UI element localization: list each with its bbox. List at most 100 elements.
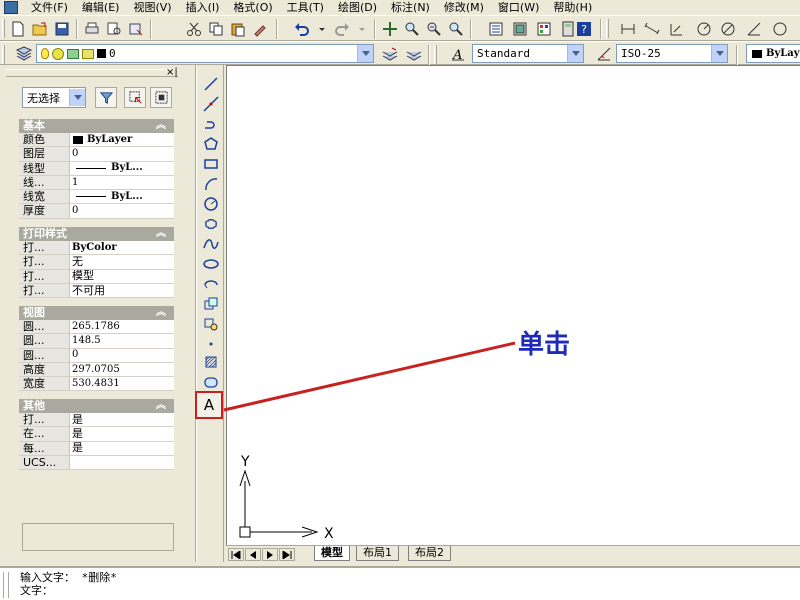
menu-edit[interactable]: 编辑(E)	[75, 1, 127, 15]
zoom-previous-icon[interactable]	[446, 19, 466, 38]
ellipse-arc-icon[interactable]	[201, 275, 221, 293]
menu-file[interactable]: 文件(F)	[24, 1, 75, 15]
property-row[interactable]: 厚度 0	[19, 204, 174, 219]
tool-palettes-icon[interactable]	[534, 19, 554, 38]
help-icon[interactable]: ?	[574, 19, 594, 38]
dim-diameter-icon[interactable]	[718, 19, 738, 38]
property-value[interactable]: 265.1786	[70, 320, 174, 334]
menu-draw[interactable]: 绘图(D)	[331, 1, 384, 15]
property-value[interactable]: 模型	[70, 269, 174, 283]
redo-icon[interactable]	[332, 19, 352, 38]
command-prompt[interactable]: 文字：	[20, 584, 53, 597]
property-value[interactable]: 530.4831	[70, 377, 174, 391]
point-icon[interactable]	[201, 335, 221, 353]
property-value[interactable]: 是	[70, 427, 174, 441]
redo-dropdown-icon[interactable]	[352, 19, 372, 38]
property-row[interactable]: 圆... 0	[19, 348, 174, 363]
new-file-icon[interactable]	[8, 19, 28, 38]
property-row[interactable]: 在... 是	[19, 427, 174, 442]
dim-more-icon[interactable]	[770, 19, 790, 38]
match-properties-icon[interactable]	[250, 19, 270, 38]
section-header[interactable]: 视图 ︽	[19, 306, 174, 320]
spline-icon[interactable]	[201, 235, 221, 253]
section-header[interactable]: 打印样式 ︽	[19, 227, 174, 241]
property-value[interactable]: ByL...	[70, 190, 174, 204]
property-row[interactable]: 宽度 530.4831	[19, 377, 174, 392]
property-value[interactable]: 0	[70, 204, 174, 218]
property-value[interactable]: 是	[70, 413, 174, 427]
tab-layout1[interactable]: 布局1	[356, 546, 399, 561]
property-row[interactable]: 颜色 ByLayer	[19, 133, 174, 148]
collapse-icon[interactable]: ︽	[156, 227, 166, 241]
dim-radius-icon[interactable]	[694, 19, 714, 38]
property-row[interactable]: 线宽 ByL...	[19, 190, 174, 205]
paste-icon[interactable]	[228, 19, 248, 38]
palette-title-bar[interactable]	[6, 69, 178, 77]
copy-icon[interactable]	[206, 19, 226, 38]
print-icon[interactable]	[82, 19, 102, 38]
chevron-down-icon[interactable]	[711, 45, 727, 62]
tab-layout2[interactable]: 布局2	[408, 546, 451, 561]
menu-help[interactable]: 帮助(H)	[546, 1, 599, 15]
quick-select-icon[interactable]	[150, 87, 172, 108]
property-row[interactable]: 圆... 148.5	[19, 334, 174, 349]
ellipse-icon[interactable]	[201, 255, 221, 273]
text-style-icon[interactable]: A	[448, 44, 468, 63]
arc-icon[interactable]	[201, 175, 221, 193]
dim-ordinate-icon[interactable]	[666, 19, 686, 38]
section-header[interactable]: 其他 ︽	[19, 399, 174, 413]
properties-icon[interactable]	[486, 19, 506, 38]
property-row[interactable]: 线... 1	[19, 175, 174, 191]
design-center-icon[interactable]	[510, 19, 530, 38]
property-value[interactable]: ByColor	[70, 241, 174, 255]
property-row[interactable]: 线型 ByL...	[19, 161, 174, 176]
selection-dropdown[interactable]: 无选择	[22, 87, 86, 108]
property-row[interactable]: 圆... 265.1786	[19, 320, 174, 335]
print-preview-icon[interactable]	[104, 19, 124, 38]
toolbar-grip[interactable]	[434, 45, 437, 64]
property-row[interactable]: 打... 不可用	[19, 283, 174, 299]
app-icon[interactable]	[4, 1, 18, 14]
multiline-text-icon[interactable]: A	[195, 391, 223, 419]
property-value[interactable]	[70, 455, 174, 470]
property-row[interactable]: 打... 无	[19, 255, 174, 270]
tab-model[interactable]: 模型	[314, 546, 350, 561]
next-tab-icon[interactable]	[262, 548, 278, 561]
property-value[interactable]: 0	[70, 147, 174, 161]
property-row[interactable]: 每... 是	[19, 441, 174, 456]
chevron-down-icon[interactable]	[567, 45, 583, 62]
layer-previous-icon[interactable]	[404, 44, 424, 63]
layer-manager-icon[interactable]	[14, 44, 34, 63]
toolbar-grip[interactable]	[2, 19, 5, 38]
property-value[interactable]: 1	[70, 175, 174, 190]
property-value[interactable]: ByLayer	[70, 133, 174, 147]
toggle-pickadd-icon[interactable]	[95, 87, 117, 108]
color-dropdown[interactable]: ByLay	[746, 44, 800, 63]
dim-aligned-icon[interactable]	[642, 19, 662, 38]
region-icon[interactable]	[201, 373, 221, 391]
dim-angular-icon[interactable]	[744, 19, 764, 38]
command-line[interactable]: 输入文字： *删除* 文字：	[0, 566, 800, 600]
zoom-window-icon[interactable]	[424, 19, 444, 38]
undo-dropdown-icon[interactable]	[312, 19, 332, 38]
publish-icon[interactable]	[126, 19, 146, 38]
text-style-dropdown[interactable]: Standard	[472, 44, 584, 63]
rectangle-icon[interactable]	[201, 155, 221, 173]
hatch-icon[interactable]	[201, 353, 221, 371]
zoom-realtime-icon[interactable]	[402, 19, 422, 38]
revision-cloud-icon[interactable]	[201, 215, 221, 233]
property-row[interactable]: 图层 0	[19, 147, 174, 162]
open-file-icon[interactable]	[30, 19, 50, 38]
chevron-down-icon[interactable]	[357, 45, 373, 62]
property-value[interactable]: 是	[70, 441, 174, 455]
previous-tab-icon[interactable]	[245, 548, 261, 561]
drawing-canvas[interactable]: Y X	[226, 65, 800, 545]
circle-icon[interactable]	[201, 195, 221, 213]
property-row[interactable]: UCS...	[19, 455, 174, 471]
dimension-style-icon[interactable]	[594, 44, 614, 63]
dim-style-dropdown[interactable]: ISO-25	[616, 44, 728, 63]
line-icon[interactable]	[201, 75, 221, 93]
make-block-icon[interactable]	[201, 315, 221, 333]
menu-tools[interactable]: 工具(T)	[280, 1, 331, 15]
menu-view[interactable]: 视图(V)	[126, 1, 178, 15]
